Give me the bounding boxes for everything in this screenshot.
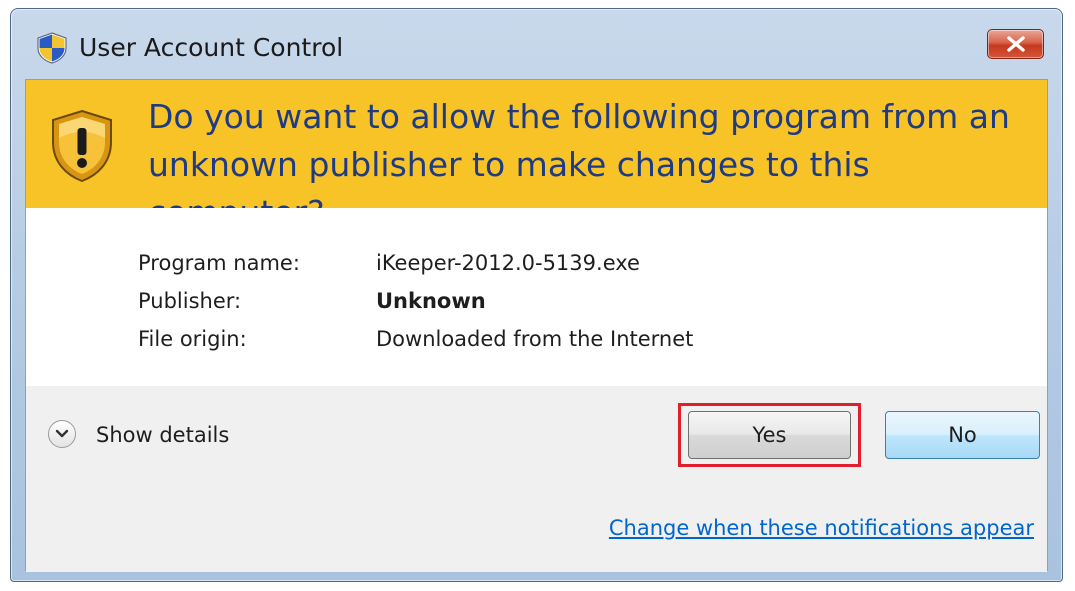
publisher-label: Publisher:: [138, 289, 242, 313]
warning-banner: Do you want to allow the following progr…: [26, 80, 1047, 232]
publisher-value: Unknown: [376, 289, 486, 313]
info-row-program: Program name: iKeeper-2012.0-5139.exe: [138, 248, 640, 278]
file-origin-label: File origin:: [138, 327, 247, 351]
title-bar[interactable]: User Account Control: [11, 9, 1062, 79]
dialog-body: Do you want to allow the following progr…: [25, 79, 1048, 572]
close-x-icon: [1007, 36, 1025, 52]
program-name-value: iKeeper-2012.0-5139.exe: [376, 251, 640, 275]
warning-shield-icon: [52, 109, 112, 183]
window-title: User Account Control: [79, 33, 344, 62]
program-name-label: Program name:: [138, 251, 300, 275]
dialog-footer: Change when these notifications appear: [26, 486, 1047, 572]
program-info: Program name: iKeeper-2012.0-5139.exe Pub…: [26, 208, 1047, 387]
file-origin-value: Downloaded from the Internet: [376, 327, 694, 351]
uac-dialog: User Account Control Do you want to allo…: [10, 8, 1063, 582]
action-bar: Show details Yes No: [26, 386, 1047, 487]
close-button[interactable]: [987, 29, 1044, 59]
no-button[interactable]: No: [885, 411, 1040, 459]
chevron-down-icon[interactable]: [48, 420, 76, 448]
uac-shield-icon: [37, 32, 67, 64]
notification-settings-link[interactable]: Change when these notifications appear: [609, 513, 1034, 543]
yes-button[interactable]: Yes: [688, 411, 851, 459]
show-details-label[interactable]: Show details: [96, 420, 229, 450]
info-row-origin: File origin: Downloaded from the Internet: [138, 324, 693, 354]
info-row-publisher: Publisher: Unknown: [138, 286, 486, 316]
